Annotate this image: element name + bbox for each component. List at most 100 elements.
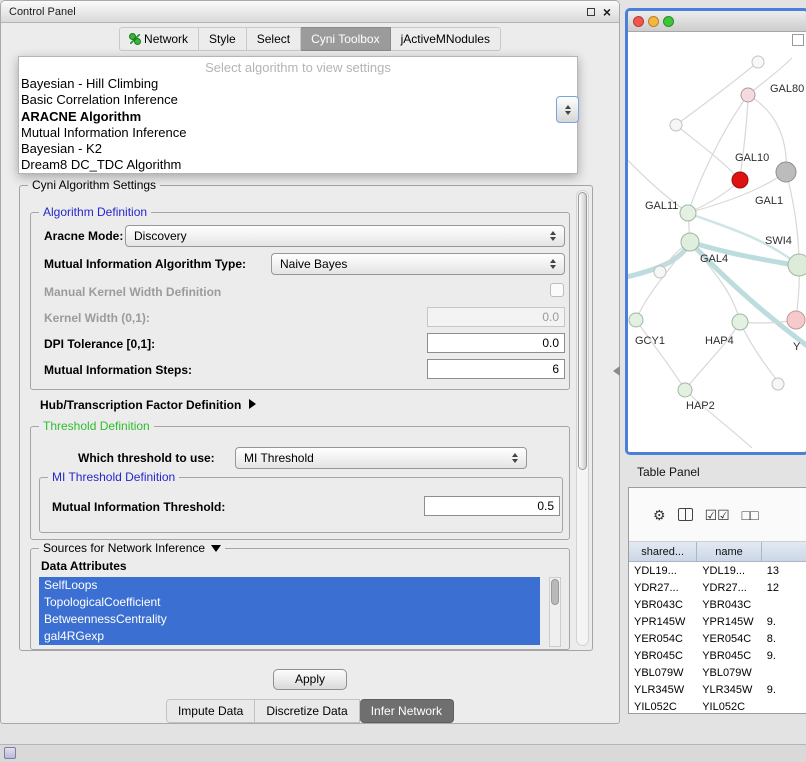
algorithm-option-mutual-information-inference[interactable]: Mutual Information Inference bbox=[19, 125, 577, 141]
network-node-label: Y bbox=[793, 341, 801, 353]
settings-scrollbar[interactable] bbox=[576, 190, 589, 646]
apply-button[interactable]: Apply bbox=[273, 669, 347, 690]
algorithm-option-bayesian-hill-climbing[interactable]: Bayesian - Hill Climbing bbox=[19, 76, 577, 92]
network-node[interactable] bbox=[772, 378, 784, 390]
select-all-rows-icon[interactable]: ☑☑ bbox=[705, 508, 730, 522]
zoom-button[interactable] bbox=[663, 16, 674, 27]
which-threshold-select[interactable]: MI Threshold bbox=[235, 447, 527, 469]
mi-threshold-input[interactable] bbox=[424, 496, 560, 516]
column-header-1[interactable]: shared... bbox=[629, 542, 697, 561]
close-button[interactable] bbox=[633, 16, 644, 27]
network-canvas[interactable]: GAL80GAL10GAL11GAL1SWI4GAL4GCY1HAP4HAP2Y bbox=[628, 32, 806, 452]
tab-bar: Network StyleSelectCyni ToolboxjActiveMNo… bbox=[1, 27, 619, 51]
table-row[interactable]: YLR345WYLR345W9. bbox=[629, 681, 806, 698]
mi-threshold-label: Mutual Information Threshold: bbox=[52, 500, 225, 514]
hub-section-toggle[interactable]: Hub/Transcription Factor Definition bbox=[40, 398, 256, 412]
sources-group-title[interactable]: Sources for Network Inference bbox=[39, 541, 225, 555]
table-row[interactable]: YER054CYER054C8. bbox=[629, 630, 806, 647]
close-window-icon[interactable]: × bbox=[603, 7, 611, 17]
aracne-mode-select[interactable]: Discovery bbox=[125, 225, 565, 247]
attribute-item-topologicalcoefficient[interactable]: TopologicalCoefficient bbox=[39, 594, 540, 611]
deselect-all-rows-icon[interactable]: □□ bbox=[742, 508, 759, 522]
control-panel-titlebar[interactable]: Control Panel × bbox=[1, 1, 619, 23]
algorithm-option-basic-correlation-inference[interactable]: Basic Correlation Inference bbox=[19, 92, 577, 108]
algorithm-combo-arrow-button[interactable] bbox=[556, 96, 579, 123]
table-cell: YER054C bbox=[629, 633, 697, 645]
network-node[interactable] bbox=[670, 119, 682, 131]
table-row[interactable]: YIL052CYIL052C bbox=[629, 698, 806, 714]
table-row[interactable]: YDL19...YDL19...13 bbox=[629, 562, 806, 579]
network-node[interactable] bbox=[732, 172, 748, 188]
network-edge bbox=[685, 322, 740, 390]
column-header-3[interactable] bbox=[762, 542, 806, 561]
traffic-lights bbox=[633, 16, 674, 27]
kernel-width-input[interactable] bbox=[427, 307, 565, 327]
network-edge bbox=[740, 322, 780, 384]
dpi-tolerance-input[interactable] bbox=[427, 333, 565, 353]
table-row[interactable]: YBL079WYBL079W bbox=[629, 664, 806, 681]
chevron-up-icon bbox=[565, 105, 571, 109]
bottom-tab-impute-data[interactable]: Impute Data bbox=[166, 699, 255, 723]
column-header-2[interactable]: name bbox=[697, 542, 762, 561]
overview-toggle[interactable] bbox=[792, 34, 804, 46]
network-node[interactable] bbox=[680, 205, 696, 221]
network-node-label: GCY1 bbox=[635, 335, 665, 347]
tab-cyni-toolbox[interactable]: Cyni Toolbox bbox=[301, 27, 390, 51]
network-node[interactable] bbox=[654, 266, 666, 278]
table-row[interactable]: YDR27...YDR27...12 bbox=[629, 579, 806, 596]
tab-network[interactable]: Network bbox=[119, 27, 199, 51]
panel-splitter-handle[interactable] bbox=[613, 366, 620, 376]
network-node[interactable] bbox=[681, 233, 699, 251]
float-window-icon[interactable] bbox=[587, 8, 595, 16]
attributes-scrollbar[interactable] bbox=[549, 577, 561, 647]
minimize-button[interactable] bbox=[648, 16, 659, 27]
tab-style[interactable]: Style bbox=[199, 27, 247, 51]
network-node[interactable] bbox=[776, 162, 796, 182]
which-threshold-label: Which threshold to use: bbox=[78, 451, 215, 465]
table-row[interactable]: YPR145WYPR145W9. bbox=[629, 613, 806, 630]
column-chooser-icon[interactable] bbox=[678, 508, 693, 521]
manual-kernel-checkbox[interactable] bbox=[550, 283, 564, 297]
network-node[interactable] bbox=[732, 314, 748, 330]
attributes-scrollbar-thumb[interactable] bbox=[551, 579, 559, 605]
network-node-label: HAP4 bbox=[705, 335, 734, 347]
mi-steps-input[interactable] bbox=[427, 359, 565, 379]
network-node[interactable] bbox=[788, 254, 806, 276]
network-node[interactable] bbox=[629, 313, 643, 327]
network-edge bbox=[740, 95, 748, 180]
grid-handle-icon[interactable] bbox=[4, 747, 16, 759]
table-row[interactable]: YBR045CYBR045C9. bbox=[629, 647, 806, 664]
bottom-tab-bar: Impute DataDiscretize DataInfer Network bbox=[1, 699, 619, 723]
settings-group-title: Cyni Algorithm Settings bbox=[28, 178, 160, 192]
network-window-titlebar[interactable] bbox=[628, 11, 806, 32]
algorithm-option-bayesian-k2[interactable]: Bayesian - K2 bbox=[19, 141, 577, 157]
algorithm-option-aracne-algorithm[interactable]: ARACNE Algorithm bbox=[19, 109, 577, 125]
network-node[interactable] bbox=[741, 88, 755, 102]
attribute-item-selfloops[interactable]: SelfLoops bbox=[39, 577, 540, 594]
settings-gear-icon[interactable]: ⚙ bbox=[653, 508, 666, 522]
table-cell: YDL19... bbox=[697, 565, 762, 577]
bottom-tab-infer-network[interactable]: Infer Network bbox=[360, 699, 454, 723]
settings-scrollbar-thumb[interactable] bbox=[578, 192, 587, 470]
table-row[interactable]: YBR043CYBR043C bbox=[629, 596, 806, 613]
network-node-label: GAL10 bbox=[735, 152, 769, 164]
chevron-updown-icon bbox=[545, 231, 561, 241]
algorithm-option-dream8-dc-tdc-algorithm[interactable]: Dream8 DC_TDC Algorithm bbox=[19, 157, 577, 173]
network-node[interactable] bbox=[787, 311, 805, 329]
table-cell: YDL19... bbox=[629, 565, 697, 577]
table-cell: YLR345W bbox=[629, 684, 697, 696]
attribute-item-gal4rgexp[interactable]: gal4RGexp bbox=[39, 628, 540, 645]
network-node[interactable] bbox=[752, 56, 764, 68]
network-edge bbox=[786, 172, 799, 265]
network-node[interactable] bbox=[678, 383, 692, 397]
table-body: YDL19...YDL19...13YDR27...YDR27...12YBR0… bbox=[629, 562, 806, 714]
attribute-item-betweennesscentrality[interactable]: BetweennessCentrality bbox=[39, 611, 540, 628]
tab-jactivemnodules[interactable]: jActiveMNodules bbox=[391, 27, 501, 51]
tab-select[interactable]: Select bbox=[247, 27, 301, 51]
table-cell: YDR27... bbox=[629, 582, 697, 594]
tab-label: Network bbox=[144, 32, 188, 46]
data-attributes-list[interactable]: SelfLoopsTopologicalCoefficientBetweenne… bbox=[39, 577, 553, 647]
bottom-tab-discretize-data[interactable]: Discretize Data bbox=[255, 699, 359, 723]
data-attributes-label: Data Attributes bbox=[41, 559, 127, 573]
mi-type-select[interactable]: Naive Bayes bbox=[271, 253, 565, 275]
